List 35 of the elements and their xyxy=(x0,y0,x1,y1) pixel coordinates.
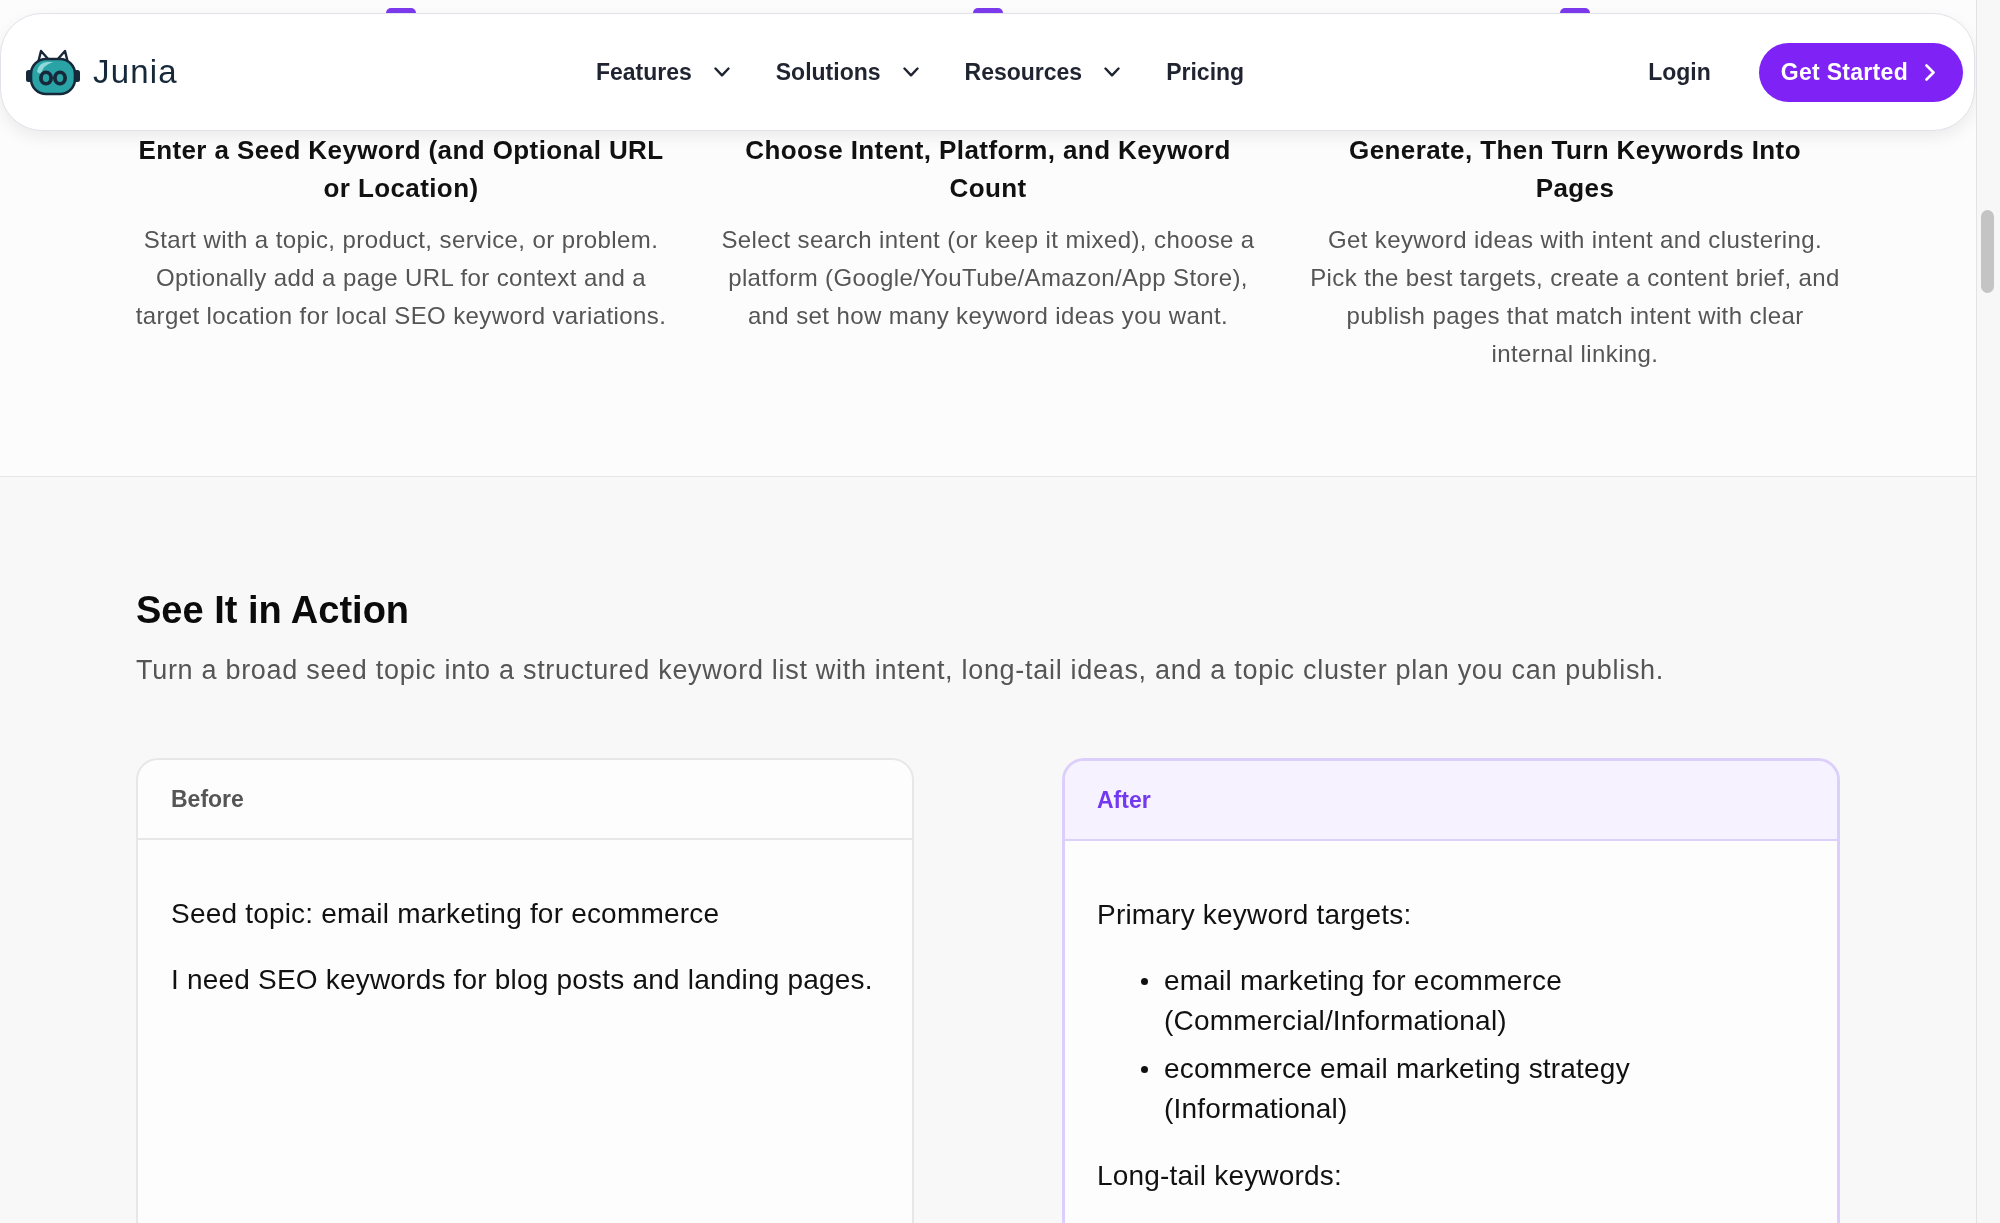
list-item-text: email marketing for ecommerce (Commercial/Informational) xyxy=(1164,964,1563,1038)
chevron-down-icon xyxy=(902,67,919,77)
body-text: Seed topic: email marketing for ecommerce xyxy=(171,897,721,931)
section-subtitle: Turn a broad seed topic into a structured keyword list with intent, long-tail ideas, and a topic cluster plan you can publish. xyxy=(136,654,1665,687)
step-title: Generate, Then Turn Keywords Into Pages xyxy=(1348,134,1802,205)
step-description: Get keyword ideas with intent and clustering. Pick the best targets, create a content brief, and publish pages that match intent with clear internal linking. xyxy=(1309,225,1841,369)
section-heading: See It in Action xyxy=(136,588,411,633)
logo-icon xyxy=(25,48,81,96)
body-text: Long-tail keywords: xyxy=(1097,1159,1344,1193)
step-marker-icon xyxy=(1560,8,1590,13)
step-description: Select search intent (or keep it mixed), choose a platform (Google/YouTube/Amazon/App Store), and set how many keyword ideas you want. xyxy=(720,225,1256,331)
scrollbar-thumb[interactable] xyxy=(1981,210,1994,293)
list-item-text: ecommerce email marketing strategy (Informational) xyxy=(1164,1052,1631,1126)
nav-link[interactable]: Pricing xyxy=(1166,58,1245,86)
get-started-button[interactable]: Get Started xyxy=(1758,42,1963,102)
nav-link[interactable]: Features xyxy=(595,58,730,86)
body-text: Primary keyword targets: xyxy=(1097,898,1413,932)
logo-link[interactable]: Junia xyxy=(25,48,178,96)
body-text: I need SEO keywords for blog posts and landing pages. xyxy=(171,963,874,997)
bullet-icon xyxy=(1141,1066,1148,1073)
step-description: Start with a topic, product, service, or problem. Optionally add a page URL for context and a target location for local SEO keyword variations. xyxy=(134,225,668,331)
chevron-down-icon xyxy=(713,67,730,77)
chevron-right-icon xyxy=(1925,63,1935,81)
card-title: Before xyxy=(171,785,244,813)
login-link[interactable]: Login xyxy=(1648,58,1711,86)
step-title: Enter a Seed Keyword (and Optional URL or Location) xyxy=(137,134,665,205)
chevron-down-icon xyxy=(1104,67,1121,77)
step-marker-icon xyxy=(386,8,416,13)
nav-link[interactable]: Solutions xyxy=(775,58,919,86)
nav-link[interactable]: Resources xyxy=(964,58,1121,86)
step-title: Choose Intent, Platform, and Keyword Count xyxy=(744,134,1232,205)
step-marker-icon xyxy=(973,8,1003,13)
scrollbar[interactable] xyxy=(1976,0,2000,1223)
bullet-icon xyxy=(1141,978,1148,985)
card-title: After xyxy=(1097,786,1151,814)
